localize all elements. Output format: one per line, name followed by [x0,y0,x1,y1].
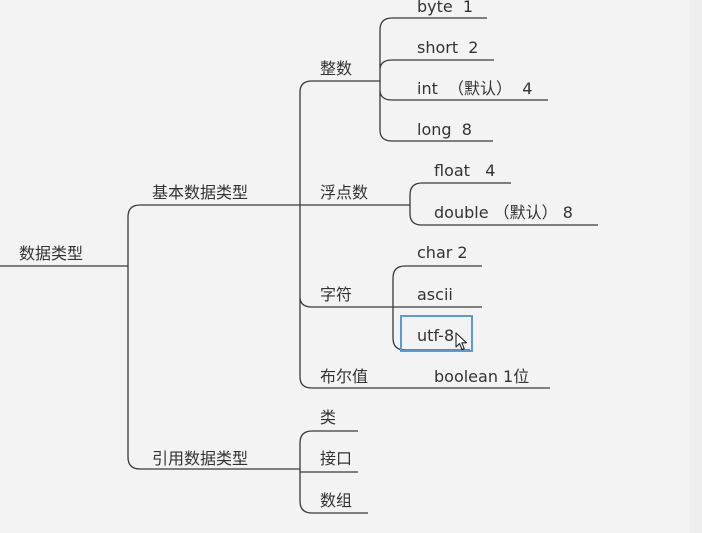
node-integer[interactable]: 整数 [320,59,352,79]
scrollbar-track[interactable] [690,0,702,533]
leaf-int[interactable]: int （默认） 4 [417,79,532,99]
leaf-short[interactable]: short 2 [417,38,478,58]
leaf-interface[interactable]: 接口 [320,449,352,469]
leaf-utf8[interactable]: utf-8 [417,326,454,346]
node-boolean[interactable]: 布尔值 [320,367,368,387]
leaf-ascii[interactable]: ascii [417,285,453,305]
root-node[interactable]: 数据类型 [19,244,83,264]
leaf-class[interactable]: 类 [320,408,336,428]
leaf-byte[interactable]: byte 1 [417,0,473,17]
primitive-branch [299,80,380,389]
leaf-boolean[interactable]: boolean 1位 [434,367,529,387]
mouse-pointer-icon [455,332,468,351]
node-float[interactable]: 浮点数 [320,183,368,203]
node-primitive-types[interactable]: 基本数据类型 [152,183,248,203]
leaf-double[interactable]: double （默认） 8 [434,203,573,223]
leaf-long[interactable]: long 8 [417,120,472,140]
node-char[interactable]: 字符 [320,285,352,305]
root-branch [127,204,300,470]
leaf-char[interactable]: char 2 [417,243,468,263]
leaf-array[interactable]: 数组 [320,491,352,511]
node-reference-types[interactable]: 引用数据类型 [152,449,248,469]
leaf-float[interactable]: float 4 [434,161,495,181]
